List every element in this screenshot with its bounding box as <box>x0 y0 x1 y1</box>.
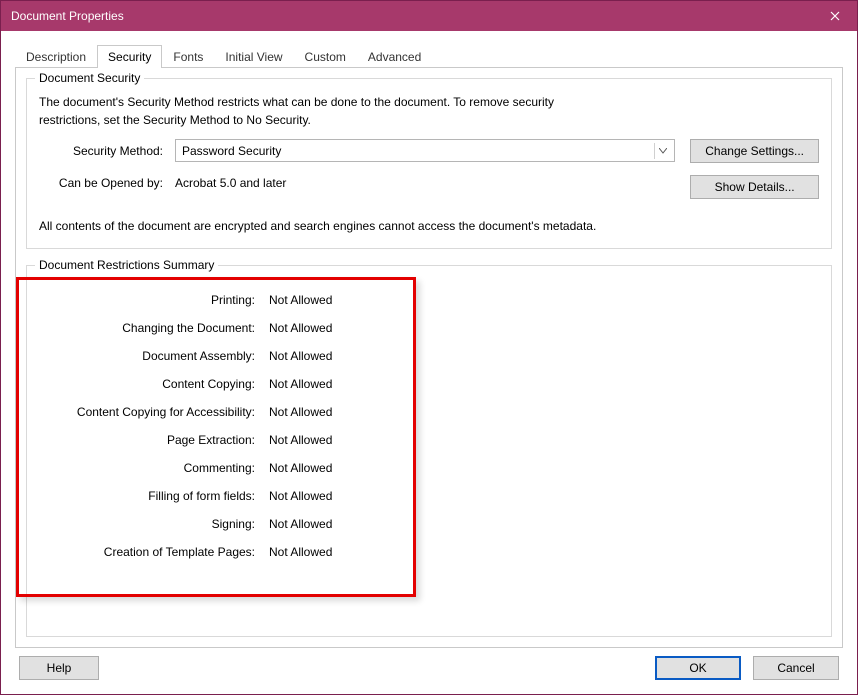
restriction-value: Not Allowed <box>261 321 332 335</box>
restriction-label: Content Copying: <box>39 377 261 391</box>
restriction-row: Filling of form fields:Not Allowed <box>39 482 819 510</box>
restriction-row: Content Copying for Accessibility:Not Al… <box>39 398 819 426</box>
bottom-bar: Help OK Cancel <box>15 648 843 682</box>
security-method-label: Security Method: <box>39 144 167 158</box>
dialog-window: Document Properties Description Security… <box>0 0 858 695</box>
group-document-security-legend: Document Security <box>35 71 144 85</box>
restriction-row: Commenting:Not Allowed <box>39 454 819 482</box>
restrictions-list: Printing:Not AllowedChanging the Documen… <box>39 286 819 566</box>
security-method-select[interactable]: Password Security <box>175 139 675 162</box>
restriction-label: Content Copying for Accessibility: <box>39 405 261 419</box>
restriction-row: Printing:Not Allowed <box>39 286 819 314</box>
restriction-label: Signing: <box>39 517 261 531</box>
restriction-value: Not Allowed <box>261 293 332 307</box>
restriction-label: Page Extraction: <box>39 433 261 447</box>
tab-description[interactable]: Description <box>15 45 97 68</box>
tab-custom[interactable]: Custom <box>294 45 357 68</box>
group-restrictions-legend: Document Restrictions Summary <box>35 258 218 272</box>
change-settings-button[interactable]: Change Settings... <box>690 139 819 163</box>
restriction-row: Page Extraction:Not Allowed <box>39 426 819 454</box>
tab-security[interactable]: Security <box>97 45 162 68</box>
restriction-label: Creation of Template Pages: <box>39 545 261 559</box>
group-document-security: Document Security The document's Securit… <box>26 78 832 249</box>
titlebar: Document Properties <box>1 1 857 31</box>
opened-by-value: Acrobat 5.0 and later <box>175 176 286 190</box>
show-details-button[interactable]: Show Details... <box>690 175 819 199</box>
restriction-value: Not Allowed <box>261 349 332 363</box>
restriction-label: Document Assembly: <box>39 349 261 363</box>
security-description: The document's Security Method restricts… <box>39 93 559 129</box>
restriction-row: Changing the Document:Not Allowed <box>39 314 819 342</box>
tab-initial-view[interactable]: Initial View <box>214 45 293 68</box>
help-button[interactable]: Help <box>19 656 99 680</box>
chevron-down-icon <box>654 143 670 159</box>
security-method-value: Password Security <box>182 144 281 158</box>
restriction-label: Filling of form fields: <box>39 489 261 503</box>
opened-by-label: Can be Opened by: <box>39 176 167 190</box>
restriction-label: Commenting: <box>39 461 261 475</box>
close-icon <box>830 11 840 21</box>
tab-advanced[interactable]: Advanced <box>357 45 432 68</box>
restriction-value: Not Allowed <box>261 461 332 475</box>
tab-panel-security: Document Security The document's Securit… <box>15 67 843 648</box>
restriction-label: Printing: <box>39 293 261 307</box>
group-restrictions: Document Restrictions Summary Printing:N… <box>26 265 832 637</box>
close-button[interactable] <box>812 1 857 31</box>
restriction-value: Not Allowed <box>261 489 332 503</box>
restriction-value: Not Allowed <box>261 377 332 391</box>
cancel-button[interactable]: Cancel <box>753 656 839 680</box>
restriction-row: Signing:Not Allowed <box>39 510 819 538</box>
ok-button[interactable]: OK <box>655 656 741 680</box>
restriction-label: Changing the Document: <box>39 321 261 335</box>
restriction-value: Not Allowed <box>261 433 332 447</box>
restriction-row: Document Assembly:Not Allowed <box>39 342 819 370</box>
window-title: Document Properties <box>11 9 124 23</box>
tab-fonts[interactable]: Fonts <box>162 45 214 68</box>
restriction-value: Not Allowed <box>261 545 332 559</box>
restriction-value: Not Allowed <box>261 517 332 531</box>
restriction-row: Content Copying:Not Allowed <box>39 370 819 398</box>
tabs: Description Security Fonts Initial View … <box>15 43 843 67</box>
restriction-row: Creation of Template Pages:Not Allowed <box>39 538 819 566</box>
client-area: Description Security Fonts Initial View … <box>1 31 857 694</box>
restriction-value: Not Allowed <box>261 405 332 419</box>
encryption-note: All contents of the document are encrypt… <box>39 217 599 236</box>
